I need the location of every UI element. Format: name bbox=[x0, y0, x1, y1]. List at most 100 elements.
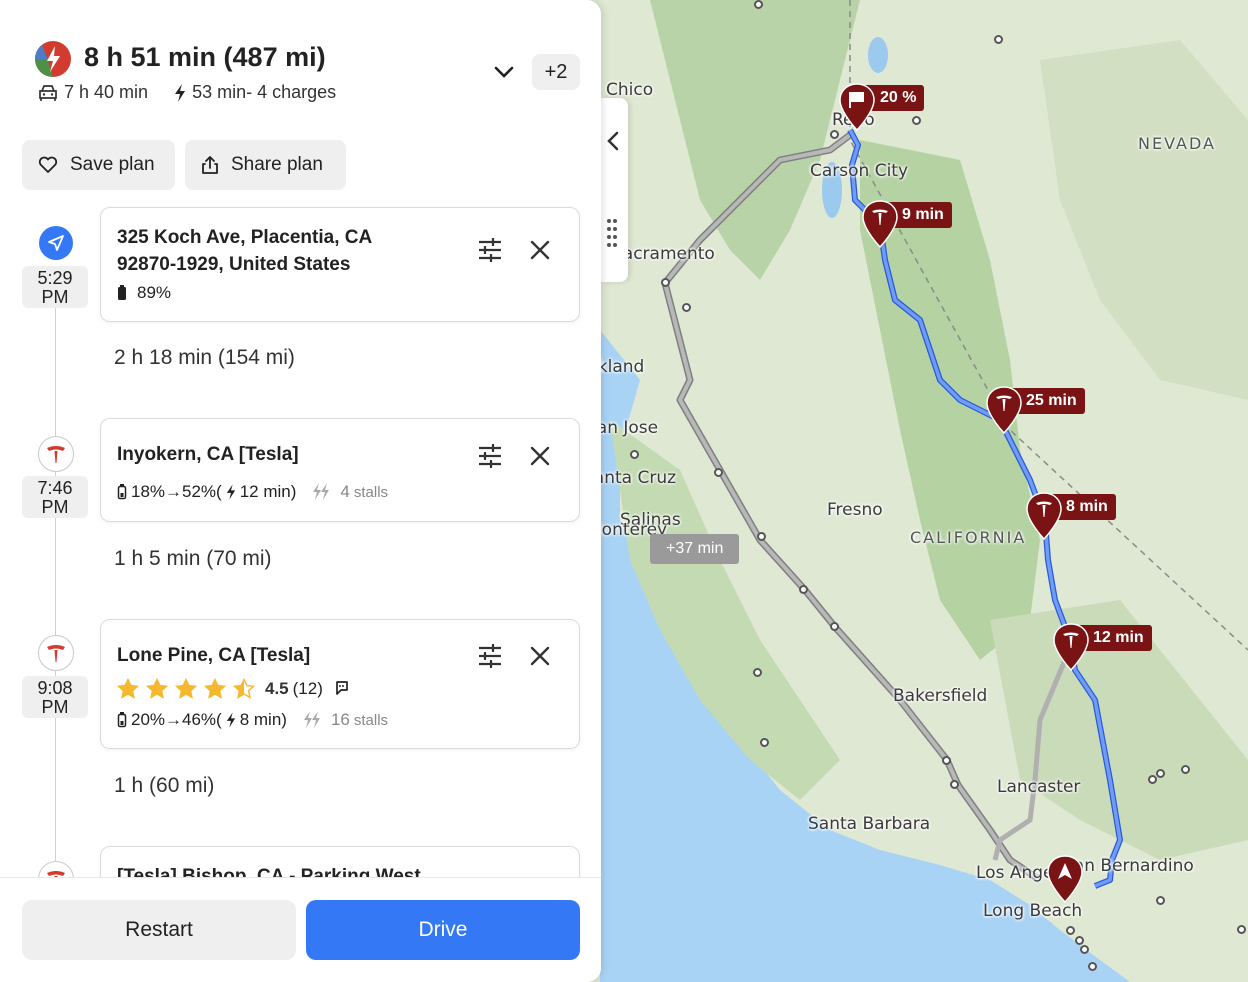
trip-plan-panel: 8 h 51 min (487 mi) 7 h 40 min 53 min- 4… bbox=[0, 0, 601, 982]
battery-outline-icon bbox=[117, 712, 127, 728]
stop-address: 325 Koch Ave, Placentia, CA 92870-1929, … bbox=[117, 224, 372, 278]
heart-icon bbox=[38, 156, 58, 173]
tune-settings-icon[interactable] bbox=[477, 237, 503, 263]
map-dot bbox=[912, 116, 921, 125]
leg-duration: 1 h 5 min (70 mi) bbox=[114, 547, 272, 570]
star-icon bbox=[146, 678, 168, 699]
time-ampm: PM bbox=[41, 287, 69, 307]
share-plan-button[interactable]: Share plan bbox=[185, 140, 346, 190]
panel-footer: Restart Drive bbox=[0, 877, 601, 982]
charge-range: 18%→52%( bbox=[131, 482, 222, 501]
stop-card-charger[interactable]: Lone Pine, CA [Tesla] 4.5 (12) 20%→46%( … bbox=[100, 619, 580, 749]
star-icon bbox=[204, 678, 226, 699]
map-dot bbox=[1066, 926, 1075, 935]
rating-value: 4.5 bbox=[265, 679, 289, 698]
stall-count: 4 bbox=[340, 482, 350, 501]
more-options-button[interactable]: +2 bbox=[532, 54, 580, 90]
star-icon bbox=[233, 678, 255, 699]
supercharger-stalls-icon bbox=[313, 483, 330, 500]
stop-name: Inyokern, CA [Tesla] bbox=[117, 444, 299, 465]
timeline-line bbox=[55, 300, 56, 880]
lightning-icon bbox=[226, 484, 235, 500]
marker-text: 9 min bbox=[902, 206, 944, 223]
time-value: 9:08 bbox=[37, 678, 73, 698]
stop-card-charger[interactable]: Inyokern, CA [Tesla] 18%→52%( 12 min) 4 … bbox=[100, 418, 580, 522]
time-value: 5:29 bbox=[37, 268, 73, 288]
map-dot bbox=[661, 278, 670, 287]
tesla-charger-marker-icon[interactable] bbox=[853, 197, 907, 251]
tune-settings-icon[interactable] bbox=[477, 643, 503, 669]
time-ampm: PM bbox=[41, 497, 69, 517]
star-rating bbox=[117, 678, 255, 700]
navigation-arrow-icon bbox=[48, 235, 64, 251]
trip-total-time: 8 h 51 min (487 mi) bbox=[84, 42, 326, 72]
charge-duration: 8 min) bbox=[239, 710, 287, 729]
tune-settings-icon[interactable] bbox=[477, 443, 503, 469]
address-line-1: 325 Koch Ave, Placentia, CA bbox=[117, 227, 373, 248]
stop-card-origin[interactable]: 325 Koch Ave, Placentia, CA 92870-1929, … bbox=[100, 207, 580, 322]
route-app-logo-icon bbox=[35, 41, 71, 77]
origin-stop-icon bbox=[39, 226, 73, 260]
tesla-charger-marker-icon[interactable] bbox=[1044, 620, 1098, 674]
battery-outline-icon bbox=[117, 484, 127, 500]
restart-button[interactable]: Restart bbox=[22, 900, 296, 960]
city-label: Lancaster bbox=[997, 777, 1081, 797]
marker-text: 12 min bbox=[1093, 629, 1144, 646]
feedback-icon[interactable] bbox=[333, 680, 351, 698]
alternate-route-label: +37 min bbox=[666, 540, 724, 557]
map-dot bbox=[1148, 775, 1157, 784]
map-dot bbox=[757, 532, 766, 541]
time-value: 7:46 bbox=[37, 478, 73, 498]
map-dot bbox=[994, 35, 1003, 44]
city-label: Bakersfield bbox=[893, 686, 988, 706]
leg-duration: 2 h 18 min (154 mi) bbox=[114, 346, 295, 369]
share-icon bbox=[202, 156, 218, 174]
arrival-time: 9:08 PM bbox=[22, 676, 88, 718]
marker-text: 25 min bbox=[1026, 392, 1077, 409]
charge-time: 53 min- 4 charges bbox=[192, 82, 337, 102]
map-dot bbox=[754, 0, 763, 9]
map-dot bbox=[1075, 936, 1084, 945]
drive-time: 7 h 40 min bbox=[64, 82, 149, 102]
map-dot bbox=[682, 303, 691, 312]
map-dot bbox=[942, 756, 951, 765]
tesla-charger-marker-icon[interactable] bbox=[1017, 489, 1071, 543]
chevron-down-icon[interactable] bbox=[490, 58, 518, 86]
drive-button[interactable]: Drive bbox=[306, 900, 580, 960]
trip-breakdown: 7 h 40 min 53 min- 4 charges bbox=[38, 82, 336, 103]
save-plan-button[interactable]: Save plan bbox=[22, 140, 175, 190]
map-dot bbox=[1156, 769, 1165, 778]
battery-level: 89% bbox=[117, 283, 171, 303]
car-icon bbox=[39, 84, 57, 101]
drag-handle-icon[interactable] bbox=[605, 216, 619, 250]
stop-rating: 4.5 (12) bbox=[117, 678, 351, 700]
city-label: Carson City bbox=[810, 161, 909, 181]
close-icon[interactable] bbox=[529, 445, 551, 467]
city-label: Fresno bbox=[827, 500, 883, 520]
charge-duration: 12 min) bbox=[239, 482, 297, 501]
address-line-2: 92870-1929, United States bbox=[117, 254, 351, 275]
origin-navigation-marker-icon[interactable] bbox=[1038, 852, 1092, 906]
tesla-stop-icon bbox=[38, 635, 74, 671]
panel-collapse-tab[interactable] bbox=[601, 98, 628, 282]
leg-duration: 1 h (60 mi) bbox=[114, 774, 215, 797]
map-dot bbox=[1088, 962, 1097, 971]
close-icon[interactable] bbox=[529, 239, 551, 261]
tesla-stop-icon bbox=[38, 436, 74, 472]
map-dot bbox=[714, 468, 723, 477]
map-dot bbox=[1237, 925, 1246, 934]
map-dot bbox=[950, 780, 959, 789]
alternate-route-badge[interactable]: +37 min bbox=[650, 534, 740, 564]
stall-label: stalls bbox=[353, 483, 389, 501]
map-dot bbox=[760, 738, 769, 747]
tesla-charger-marker-icon[interactable] bbox=[977, 383, 1031, 437]
stop-name: Lone Pine, CA [Tesla] bbox=[117, 645, 311, 666]
city-label: Santa Barbara bbox=[808, 814, 931, 834]
supercharger-stalls-icon bbox=[303, 711, 320, 728]
destination-flag-marker-icon[interactable] bbox=[830, 80, 884, 134]
map-dot bbox=[799, 585, 808, 594]
close-icon[interactable] bbox=[529, 645, 551, 667]
region-label: NEVADA bbox=[1138, 134, 1216, 153]
map-dot bbox=[1181, 765, 1190, 774]
chevron-left-icon[interactable] bbox=[604, 130, 622, 152]
